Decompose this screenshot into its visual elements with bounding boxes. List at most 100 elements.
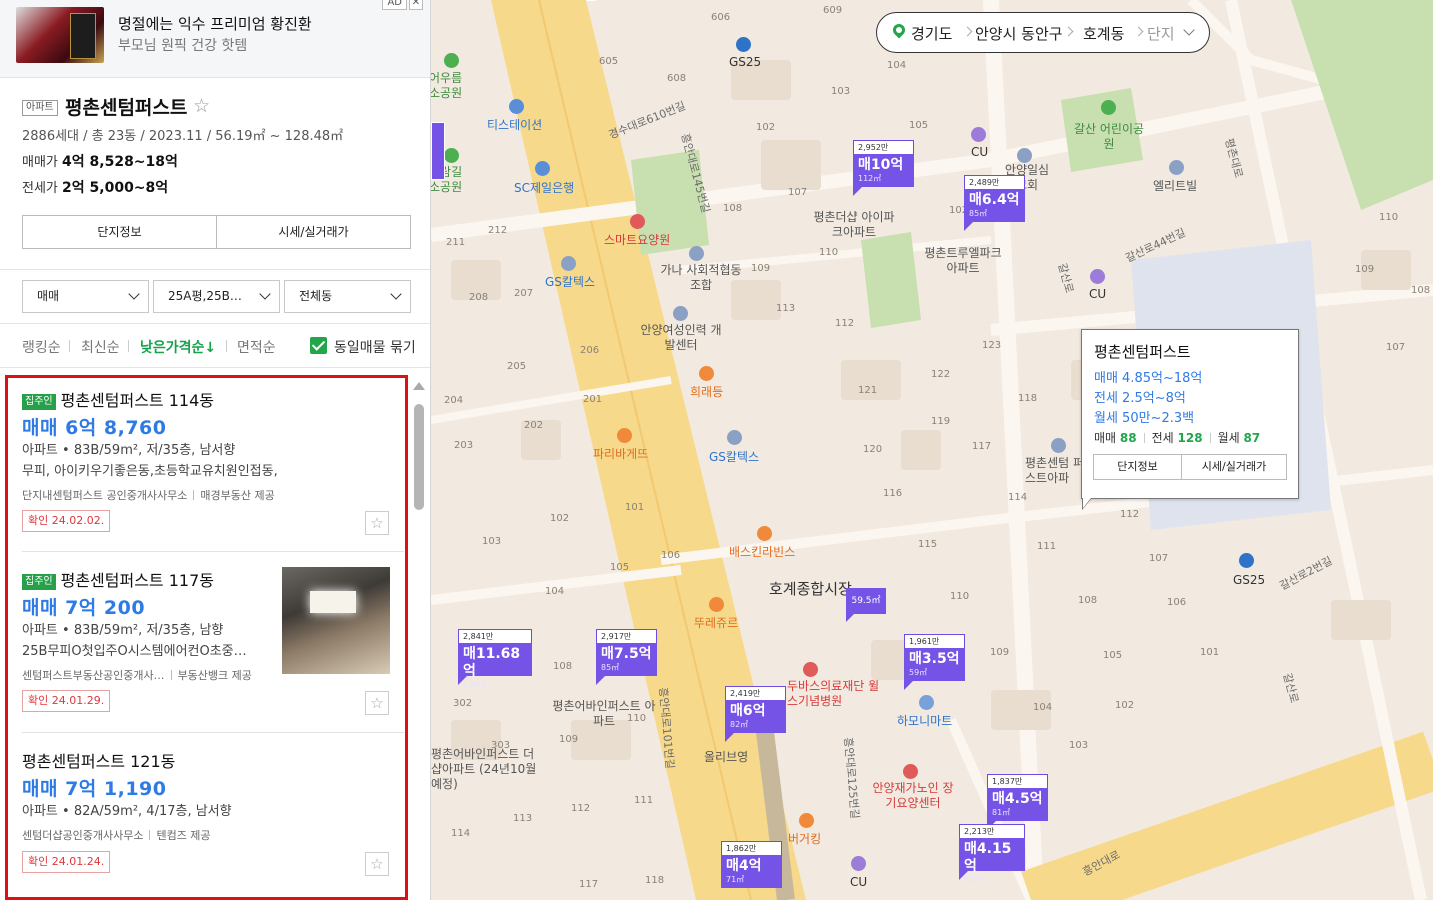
poi-label[interactable]: GS칼텍스: [545, 273, 595, 290]
poi-label[interactable]: 티스테이션: [487, 116, 542, 133]
ad-thumbnail[interactable]: [16, 7, 104, 63]
poi-label[interactable]: 뚜레쥬르: [694, 614, 738, 631]
block-number: 102: [756, 122, 776, 133]
breadcrumb-dong[interactable]: 호계동: [1083, 23, 1124, 44]
area-marker[interactable]: 59.5㎡: [846, 588, 886, 622]
poi-label[interactable]: 엘리트빌: [1153, 177, 1197, 194]
scroll-up-icon[interactable]: [413, 382, 425, 390]
chevron-down-icon[interactable]: [1183, 24, 1195, 36]
building-icon[interactable]: [1051, 438, 1066, 453]
breadcrumb-level[interactable]: 단지: [1147, 23, 1175, 44]
map-view[interactable]: 605 608 606 609 103 102 107 108 109 113 …: [431, 0, 1433, 900]
gas-station-icon[interactable]: [1239, 553, 1254, 568]
poi-label[interactable]: 갈산 어린이공원: [1071, 122, 1147, 152]
price-marker[interactable]: 2,213만 매4.15억 62㎡: [959, 824, 1025, 884]
convenience-store-icon[interactable]: [851, 856, 866, 871]
gas-station-icon[interactable]: [561, 256, 576, 271]
gas-station-icon[interactable]: [727, 430, 742, 445]
group-listings-checkbox[interactable]: [310, 337, 327, 354]
price-marker[interactable]: 1,837만 매4.5억 81㎡: [987, 774, 1048, 830]
marker-tail: [959, 871, 968, 880]
poi-label[interactable]: 스마트요양원: [604, 231, 670, 248]
poi-label[interactable]: 안양여성인력 개발센터: [636, 323, 726, 353]
complex-info-button[interactable]: 단지정보: [23, 216, 216, 248]
price-marker[interactable]: 2,917만 매7.5억 85㎡: [596, 629, 657, 685]
poi-label[interactable]: 배스킨라빈스: [729, 543, 795, 560]
poi-label[interactable]: GS25: [729, 55, 761, 69]
poi-label[interactable]: 안양재가노인 장기요양센터: [868, 781, 958, 811]
area-select[interactable]: 25A평,25B…: [153, 280, 280, 313]
price-marker[interactable]: 2,841만 매11.68억 136㎡: [458, 629, 532, 689]
poi-label[interactable]: 평촌더샵 아이파크아파트: [809, 210, 899, 240]
group-listings-label[interactable]: 동일매물 묶기: [334, 337, 416, 357]
service-icon[interactable]: [509, 99, 524, 114]
poi-label[interactable]: 하모니마트: [897, 712, 952, 729]
sort-lowest-price[interactable]: 낮은가격순↓: [140, 337, 216, 357]
ad-close-icon[interactable]: ✕: [409, 0, 423, 10]
price-marker[interactable]: 2,952만 매10억 112㎡: [853, 140, 914, 196]
poi-label[interactable]: 어우름 소공원: [431, 71, 469, 101]
poi-label[interactable]: 두바스의료재단 윌스기념병원: [787, 679, 887, 709]
park-icon[interactable]: [444, 148, 459, 163]
complex-popup[interactable]: 평촌센텀퍼스트 매매 4.85억~18억 전세 2.5억~8억 월세 50만~2…: [1081, 329, 1299, 510]
price-marker[interactable]: 1,961만 매3.5억 59㎡: [904, 634, 965, 690]
poi-label[interactable]: 평촌센텀 퍼스트아파: [1025, 456, 1085, 486]
convenience-store-icon[interactable]: [1090, 269, 1105, 284]
poi-label[interactable]: 올리브영: [704, 748, 748, 765]
poi-label[interactable]: 파리바게뜨: [593, 445, 648, 462]
poi-label[interactable]: 희래등: [690, 383, 723, 400]
popup-price-button[interactable]: 시세/실거래가: [1181, 455, 1286, 479]
poi-label[interactable]: 버거킹: [788, 830, 821, 847]
ad-title[interactable]: 명절에는 익수 프리미엄 황진환: [118, 13, 312, 34]
park-icon[interactable]: [444, 53, 459, 68]
poi-label[interactable]: SC제일은행: [514, 179, 574, 196]
trade-type-select[interactable]: 매매: [22, 280, 149, 313]
poi-label[interactable]: CU: [1089, 287, 1106, 301]
bank-icon[interactable]: [535, 161, 550, 176]
mart-icon[interactable]: [919, 695, 934, 710]
restaurant-icon[interactable]: [699, 366, 714, 381]
sort-area[interactable]: 면적순: [237, 337, 276, 357]
poi-label[interactable]: 가나 사회적협동조합: [656, 263, 746, 293]
ad-banner[interactable]: 명절에는 익수 프리미엄 황진환 부모님 원픽 건강 핫템 AD ✕: [0, 0, 430, 78]
convenience-store-icon[interactable]: [971, 127, 986, 142]
sort-ranking[interactable]: 랭킹순: [22, 337, 61, 357]
poi-label[interactable]: 평촌어바인퍼스트 더샵아파트 (24년10월예정): [431, 747, 541, 792]
poi-label[interactable]: GS25: [1233, 573, 1265, 587]
price-marker[interactable]: 1,862만 매4억 71㎡: [721, 841, 782, 888]
bakery-icon[interactable]: [709, 597, 724, 612]
block-number: 119: [931, 416, 951, 427]
poi-label[interactable]: 평촌어바인퍼스트 아파트: [549, 699, 659, 729]
church-icon[interactable]: [1017, 148, 1032, 163]
breadcrumb-district[interactable]: 안양시 동안구: [975, 23, 1063, 44]
park-icon[interactable]: [1101, 100, 1116, 115]
favorite-star-icon[interactable]: ☆: [193, 95, 210, 117]
partial-marker[interactable]: [431, 122, 445, 180]
price-history-button[interactable]: 시세/실거래가: [216, 216, 410, 248]
popup-info-button[interactable]: 단지정보: [1094, 455, 1181, 479]
building-select[interactable]: 전체동: [284, 280, 411, 313]
building-icon[interactable]: [1169, 160, 1184, 175]
building-icon[interactable]: [689, 246, 704, 261]
bakery-icon[interactable]: [617, 428, 632, 443]
poi-label[interactable]: GS칼텍스: [709, 448, 759, 465]
breadcrumb-province[interactable]: 경기도: [911, 23, 952, 44]
hospital-icon[interactable]: [903, 764, 918, 779]
sort-latest[interactable]: 최신순: [81, 337, 120, 357]
poi-label[interactable]: CU: [850, 875, 867, 889]
building-icon[interactable]: [673, 306, 688, 321]
hospital-icon[interactable]: [630, 214, 645, 229]
poi-label[interactable]: 호계종합시장: [769, 578, 852, 599]
ad-subtitle[interactable]: 부모님 원픽 건강 핫템: [118, 35, 247, 55]
scroll-thumb[interactable]: [414, 404, 424, 510]
poi-label[interactable]: 평촌트루엘파크 아파트: [918, 246, 1008, 276]
price-marker[interactable]: 2,419만 매6억 82㎡: [725, 686, 786, 742]
gas-station-icon[interactable]: [736, 37, 751, 52]
hospital-icon[interactable]: [803, 662, 818, 677]
listing-scrollbar[interactable]: [412, 380, 426, 900]
marker-tail: [853, 187, 862, 196]
poi-label[interactable]: CU: [971, 145, 988, 159]
restaurant-icon[interactable]: [799, 813, 814, 828]
cafe-icon[interactable]: [757, 526, 772, 541]
price-marker[interactable]: 2,489만 매6.4억 85㎡: [964, 175, 1025, 231]
